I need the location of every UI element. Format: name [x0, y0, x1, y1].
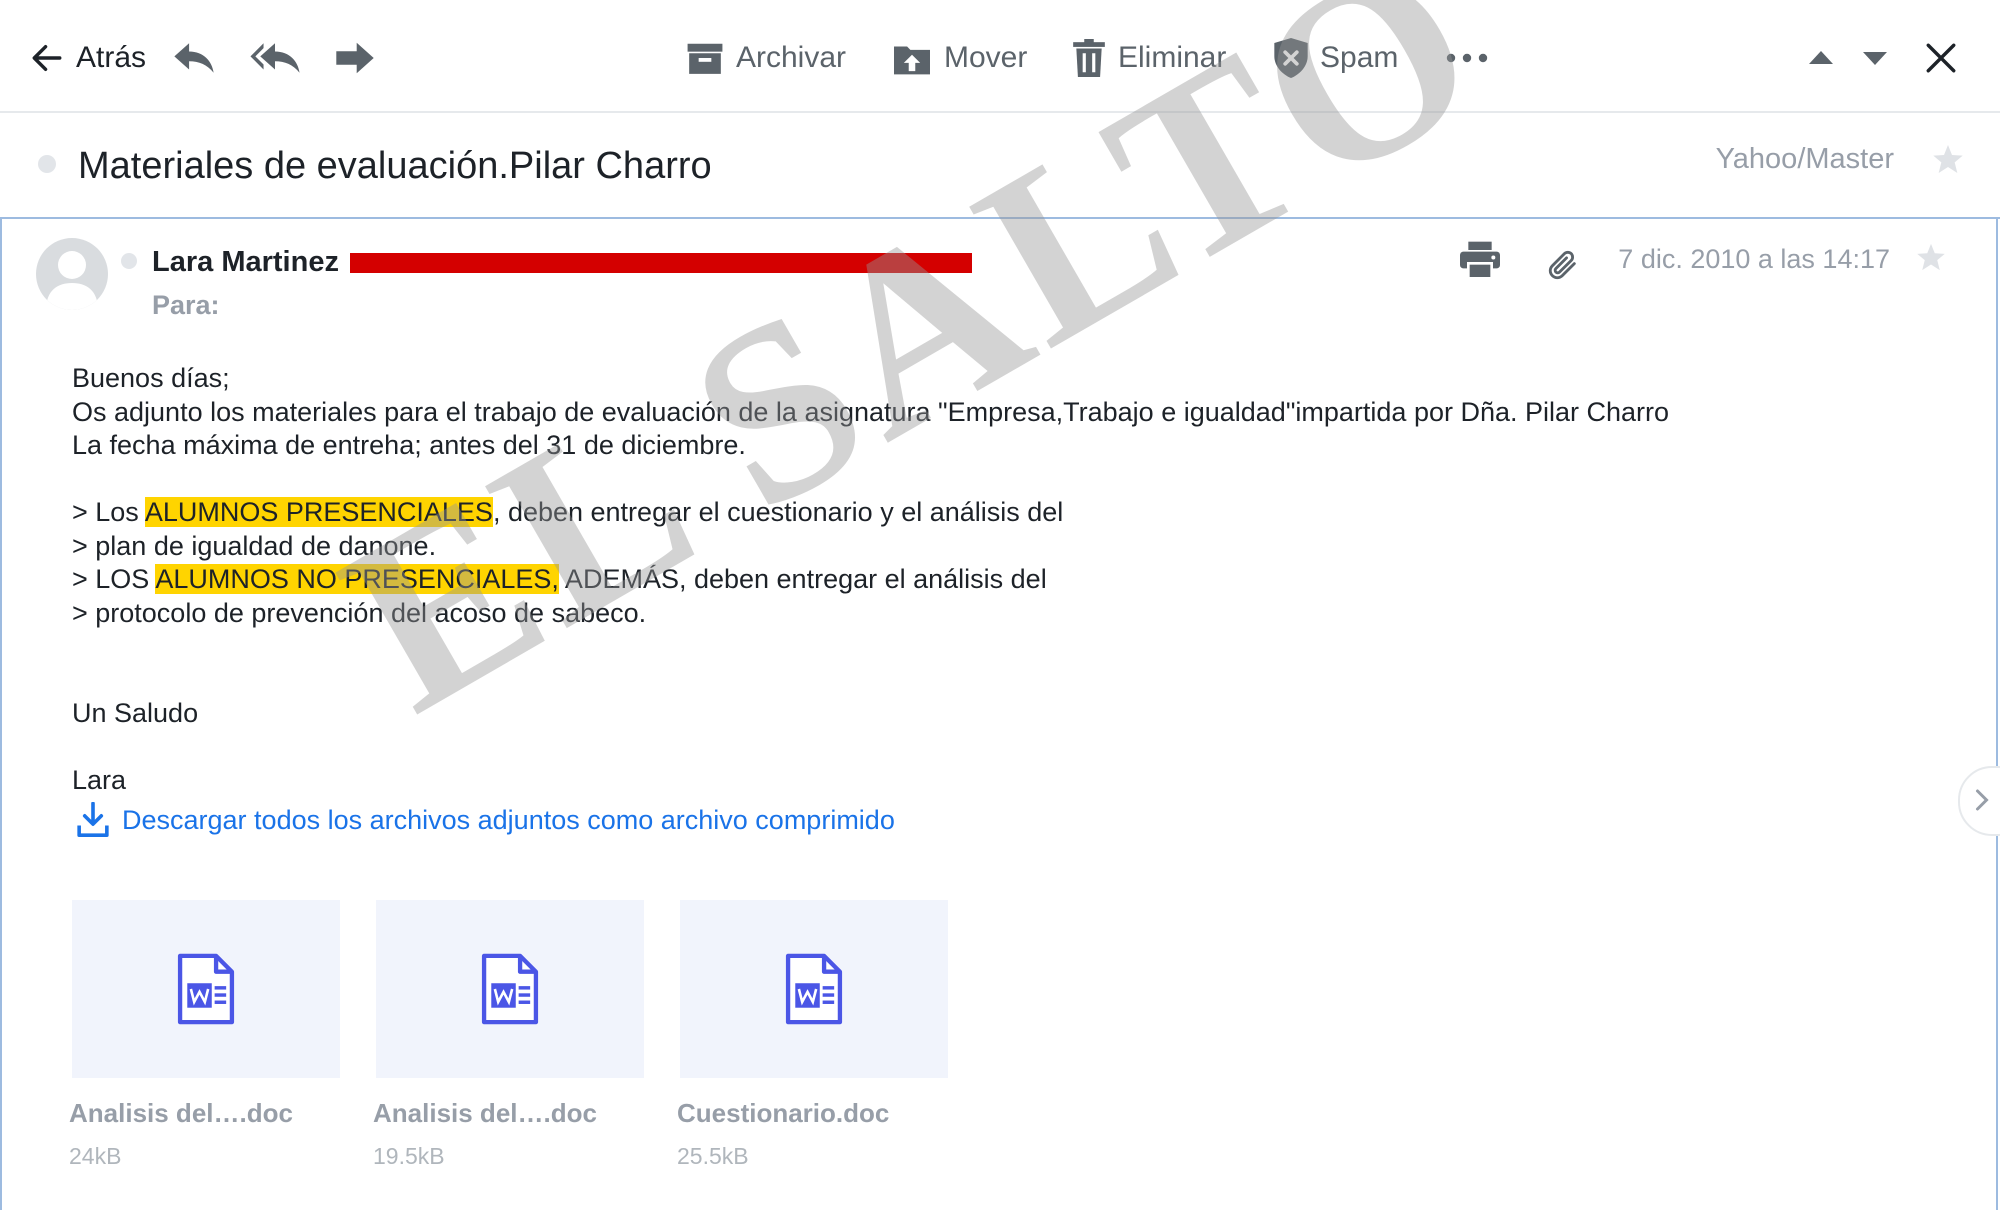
- word-doc-icon: [177, 953, 235, 1025]
- forward-icon: [336, 42, 374, 74]
- reply-icon: [174, 43, 214, 73]
- caret-up-icon: [1809, 51, 1833, 64]
- body-greeting: Buenos días;: [72, 363, 230, 393]
- shield-icon: [1274, 38, 1308, 78]
- download-icon: [77, 802, 109, 838]
- caret-down-icon: [1863, 52, 1887, 65]
- archive-icon: [687, 43, 723, 74]
- sender-name[interactable]: Lara Martinez: [152, 246, 339, 279]
- attachment-thumbnail: [376, 900, 644, 1078]
- download-all-link[interactable]: Descargar todos los archivos adjuntos co…: [76, 800, 895, 840]
- attachment-size: 24kB: [69, 1143, 122, 1169]
- next-message-button[interactable]: [1862, 30, 1888, 86]
- paperclip-icon[interactable]: [1546, 248, 1580, 282]
- quote-prefix: > Los: [72, 497, 145, 527]
- star-icon[interactable]: [1932, 143, 1964, 175]
- attachment-name: Analisis del….doc: [373, 1098, 597, 1128]
- archive-button[interactable]: Archivar: [686, 30, 846, 86]
- attachment-thumbnail: [72, 900, 340, 1078]
- previous-message-button[interactable]: [1808, 30, 1834, 86]
- message-star-icon[interactable]: [1916, 242, 1946, 272]
- quote-text: ADEMÁS, deben entregar el análisis del: [558, 564, 1047, 594]
- attachment-size: 19.5kB: [373, 1143, 445, 1169]
- attachment-name: Analisis del….doc: [69, 1098, 293, 1128]
- message-toolbar: Atrás Archivar Mover Eliminar Spam: [0, 0, 2000, 113]
- message-date: 7 dic. 2010 a las 14:17: [1618, 244, 1890, 274]
- spam-button[interactable]: Spam: [1274, 30, 1398, 86]
- sender-status-dot: [121, 253, 137, 269]
- attachment-size: 25.5kB: [677, 1143, 749, 1169]
- quote-prefix: > LOS: [72, 564, 156, 594]
- close-icon: [1926, 43, 1956, 73]
- trash-icon: [1073, 39, 1105, 77]
- word-doc-icon: [481, 953, 539, 1025]
- body-closing: Un Saludo: [72, 698, 199, 728]
- body-line: La fecha máxima de entreha; antes del 31…: [72, 430, 746, 460]
- message-body: Buenos días; Os adjunto los materiales p…: [72, 362, 1922, 798]
- attachment-thumbnail: [680, 900, 948, 1078]
- reply-button[interactable]: [172, 30, 216, 86]
- attachment-card[interactable]: Analisis del….doc 24kB: [69, 900, 340, 1170]
- delete-label: Eliminar: [1118, 41, 1227, 74]
- attachment-card[interactable]: Cuestionario.doc 25.5kB: [677, 900, 948, 1170]
- download-all-label: Descargar todos los archivos adjuntos co…: [122, 804, 895, 835]
- archive-label: Archivar: [736, 41, 847, 74]
- move-button[interactable]: Mover: [892, 30, 1027, 86]
- chevron-right-icon: [1976, 789, 1989, 811]
- back-button[interactable]: Atrás: [30, 30, 146, 86]
- quoted-line: > LOS ALUMNOS NO PRESENCIALES, ADEMÁS, d…: [72, 563, 1922, 597]
- message-subject: Materiales de evaluación.Pilar Charro: [78, 145, 712, 187]
- quote-text: , deben entregar el cuestionario y el an…: [492, 497, 1064, 527]
- delete-button[interactable]: Eliminar: [1072, 30, 1226, 86]
- arrow-left-icon: [32, 44, 62, 72]
- print-icon[interactable]: [1460, 241, 1500, 279]
- quoted-line: > Los ALUMNOS PRESENCIALES, deben entreg…: [72, 496, 1922, 530]
- quoted-line: > plan de igualdad de danone.: [72, 530, 437, 561]
- to-label: Para:: [152, 290, 220, 320]
- unread-dot[interactable]: [38, 155, 56, 173]
- sender-avatar[interactable]: [36, 238, 108, 310]
- redaction-bar: [350, 253, 972, 273]
- back-label: Atrás: [76, 41, 147, 74]
- body-line: Os adjunto los materiales para el trabaj…: [72, 396, 1670, 427]
- reply-all-button[interactable]: [250, 30, 300, 86]
- forward-button[interactable]: [334, 30, 376, 86]
- more-dots-icon: [1446, 53, 1488, 63]
- highlighted-text: ALUMNOS PRESENCIALES: [144, 497, 493, 527]
- move-label: Mover: [944, 41, 1028, 74]
- folder-label[interactable]: Yahoo/Master: [1716, 143, 1894, 176]
- subject-header: Materiales de evaluación.Pilar Charro Ya…: [0, 113, 2000, 219]
- person-icon: [46, 251, 98, 310]
- more-actions-button[interactable]: [1446, 30, 1488, 86]
- attachment-name: Cuestionario.doc: [677, 1098, 890, 1128]
- attachment-card[interactable]: Analisis del….doc 19.5kB: [373, 900, 644, 1170]
- body-signature: Lara: [72, 765, 127, 795]
- reply-all-icon: [250, 43, 300, 73]
- spam-label: Spam: [1320, 41, 1399, 74]
- move-folder-icon: [894, 46, 930, 75]
- word-doc-icon: [785, 953, 843, 1025]
- close-button[interactable]: [1924, 30, 1958, 86]
- highlighted-text: ALUMNOS NO PRESENCIALES,: [155, 564, 559, 594]
- quoted-line: > protocolo de prevención del acoso de s…: [72, 597, 647, 628]
